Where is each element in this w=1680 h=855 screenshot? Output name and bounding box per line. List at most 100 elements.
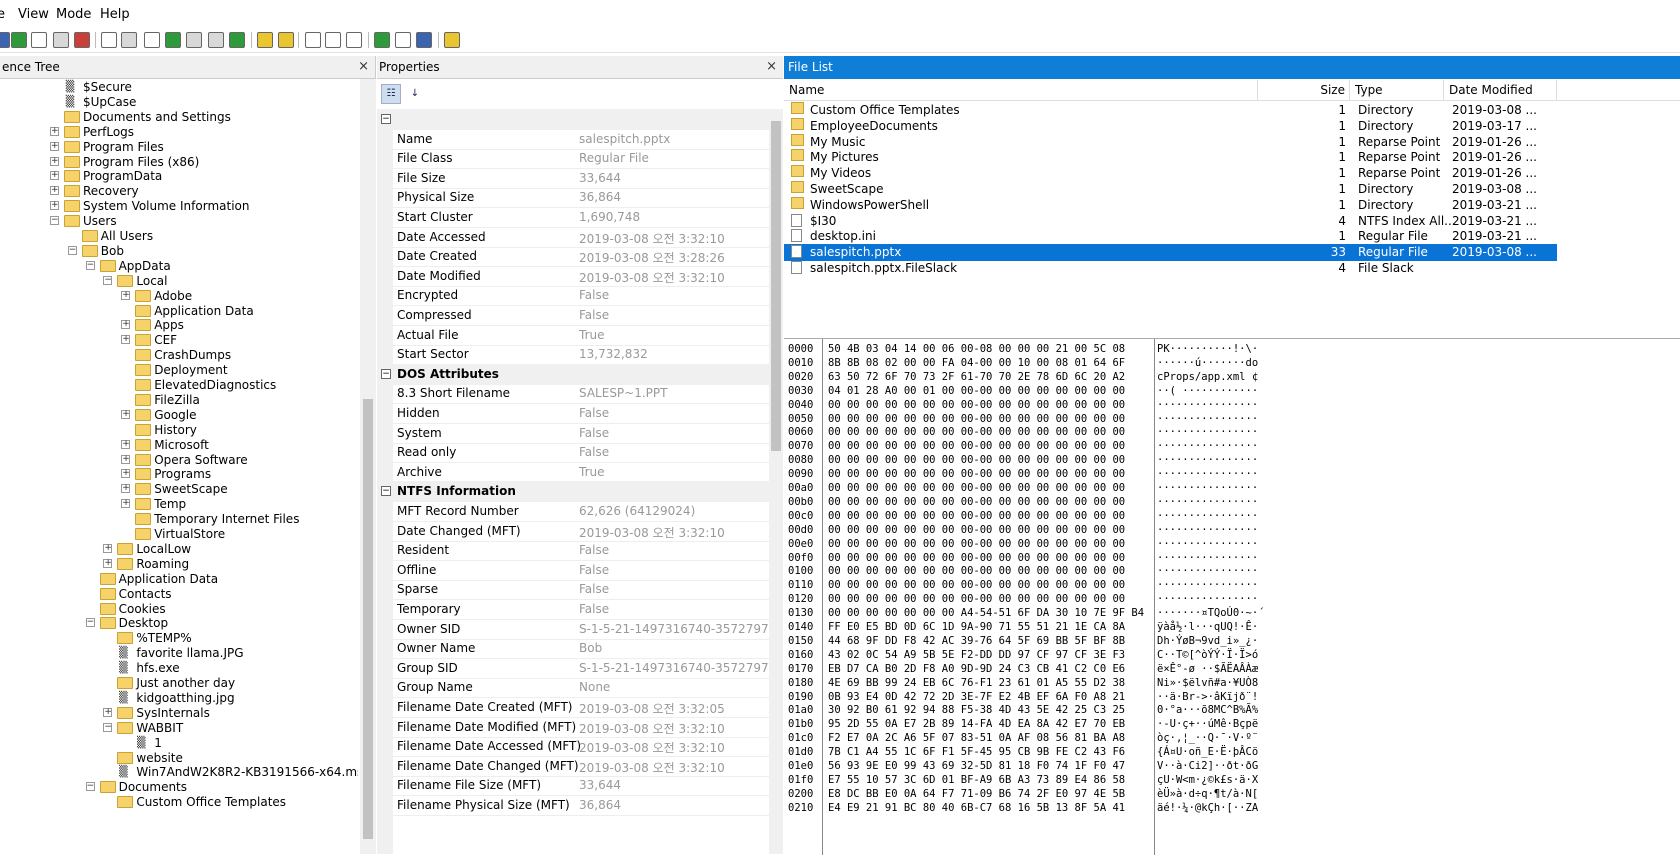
property-row[interactable]: Read only False <box>377 442 769 464</box>
hex-row[interactable]: 0110 00 00 00 00 00 00 00 00-00 00 00 00 … <box>784 578 1680 593</box>
property-row[interactable]: Compressed False <box>377 305 769 326</box>
property-row[interactable]: Filename Date Modified (MFT) 2019-03-08 오… <box>377 717 769 738</box>
property-row[interactable]: Filename Date Accessed (MFT) 2019-03-08 오… <box>377 736 769 758</box>
save-icon[interactable] <box>121 32 137 48</box>
column-type[interactable]: Type <box>1350 80 1444 101</box>
hex-row[interactable]: 0070 00 00 00 00 00 00 00 00-00 00 00 00 … <box>784 439 1680 454</box>
export-files-icon[interactable] <box>101 32 117 48</box>
remove-evidence-icon[interactable] <box>74 32 90 48</box>
property-row[interactable]: MFT Record Number 62,626 (64129024) <box>377 501 769 522</box>
column-date-modified[interactable]: Date Modified <box>1444 80 1557 101</box>
tree-node[interactable]: All Users <box>0 228 358 244</box>
expand-icon[interactable]: + <box>50 156 59 166</box>
file-list-row[interactable]: WindowsPowerShell 1 Directory 2019-03-21 ..… <box>784 196 1557 214</box>
file-list-row[interactable]: EmployeeDocuments 1 Directory 2019-03-17 ..… <box>784 117 1557 135</box>
hex-row[interactable]: 01a0 30 92 B0 61 92 94 88 F5-38 4D 43 5E … <box>784 703 1680 718</box>
file-list-row[interactable]: salespitch.pptx.FileSlack 4 File Slack <box>784 260 1557 277</box>
tree-node[interactable]: + Google <box>0 407 358 423</box>
expand-icon[interactable]: + <box>50 186 59 196</box>
tree-node[interactable]: ▒ favorite llama.JPG <box>0 645 358 661</box>
property-row[interactable]: Filename Date Changed (MFT) 2019-03-08 오전… <box>377 756 769 777</box>
hex-row[interactable]: 00b0 00 00 00 00 00 00 00 00-00 00 00 00 … <box>784 495 1680 510</box>
hex-row[interactable]: 0010 8B 8B 08 02 00 00 FA 04-00 00 10 00 … <box>784 356 1680 371</box>
tree-node[interactable]: ▒ Win7AndW2K8R2-KB3191566-x64.msu <box>0 764 358 780</box>
menu-view[interactable]: View <box>18 7 49 22</box>
verify-drive-icon[interactable] <box>257 32 273 48</box>
expand-icon[interactable]: + <box>50 201 59 211</box>
close-icon[interactable]: × <box>766 56 777 78</box>
hex-view-icon[interactable] <box>416 32 432 48</box>
tree-node[interactable]: website <box>0 750 358 766</box>
hex-row[interactable]: 0180 4E 69 BB 99 24 EB 6C 76-F1 23 61 01 … <box>784 676 1680 691</box>
capture-memory-icon[interactable] <box>165 32 181 48</box>
hex-row[interactable]: 01e0 56 93 9E E0 99 43 69 32-5D 81 18 F0 … <box>784 759 1680 774</box>
tree-node[interactable]: ▒ $Secure <box>0 79 358 95</box>
file-list-row[interactable]: salespitch.pptx 33 Regular File 2019-03-08 … <box>784 244 1557 262</box>
tree-node[interactable]: + SysInternals <box>0 705 358 721</box>
tree-node[interactable]: − WABBIT <box>0 720 358 736</box>
tree-node[interactable]: + Adobe <box>0 288 358 304</box>
expand-icon[interactable]: + <box>121 454 131 464</box>
property-row[interactable]: Physical Size 36,864 <box>377 187 769 209</box>
tree-node[interactable]: History <box>0 422 358 438</box>
expand-icon[interactable]: + <box>121 290 131 300</box>
hex-row[interactable]: 01d0 7B C1 A4 55 1C 6F F1 5F-45 95 CB 9B … <box>784 745 1680 760</box>
new-document-icon[interactable] <box>305 32 321 48</box>
hex-row[interactable]: 0130 00 00 00 00 00 00 00 A4-54-51 6F DA … <box>784 606 1680 621</box>
tree-node[interactable]: Temporary Internet Files <box>0 511 358 527</box>
tree-node[interactable]: + Microsoft <box>0 437 358 453</box>
tree-node[interactable]: − AppData <box>0 258 358 274</box>
detect-encryption-icon[interactable] <box>208 32 224 48</box>
tree-node[interactable]: − Bob <box>0 243 358 259</box>
menu-help[interactable]: Help <box>100 7 130 22</box>
hex-row[interactable]: 0190 0B 93 E4 0D 42 72 2D 3E-7F E2 4B EF … <box>784 690 1680 705</box>
collapse-icon[interactable]: − <box>381 486 391 497</box>
expand-icon[interactable]: + <box>121 469 131 479</box>
tree-node[interactable]: + Recovery <box>0 183 358 199</box>
property-row[interactable]: Owner SID S-1-5-21-1497316740-357279761 <box>377 619 769 640</box>
file-list-row[interactable]: SweetScape 1 Directory 2019-03-08 ... <box>784 181 1557 198</box>
tree-node[interactable]: Contacts <box>0 586 358 602</box>
hex-row[interactable]: 0090 00 00 00 00 00 00 00 00-00 00 00 00 … <box>784 467 1680 482</box>
text-view-icon[interactable] <box>395 32 411 48</box>
property-row[interactable]: Encrypted False <box>377 285 769 307</box>
collapse-icon[interactable]: − <box>50 216 59 226</box>
property-row[interactable]: Owner Name Bob <box>377 638 769 660</box>
property-row[interactable]: Filename File Size (MFT) 33,644 <box>377 775 769 797</box>
collapse-icon[interactable]: − <box>381 368 391 379</box>
collapse-icon[interactable]: − <box>85 782 95 792</box>
tree-node[interactable]: − Users <box>0 213 358 229</box>
open-disk-icon[interactable] <box>0 32 10 48</box>
tree-node[interactable]: %TEMP% <box>0 630 358 646</box>
tree-node[interactable]: Application Data <box>0 571 358 587</box>
property-row[interactable]: File Class Regular File <box>377 148 769 170</box>
property-row[interactable]: System False <box>377 423 769 444</box>
hex-row[interactable]: 01f0 E7 55 10 57 3C 6D 01 BF-A9 6B A3 73 … <box>784 773 1680 788</box>
expand-icon[interactable]: + <box>121 484 131 494</box>
scrollbar-thumb[interactable] <box>363 399 373 839</box>
hex-row[interactable]: 0030 04 01 28 A0 00 01 00 00-00 00 00 00 … <box>784 384 1680 399</box>
property-row[interactable]: Actual File True <box>377 325 769 346</box>
hex-row[interactable]: 00a0 00 00 00 00 00 00 00 00-00 00 00 00 … <box>784 481 1680 496</box>
tree-node[interactable]: + System Volume Information <box>0 198 358 214</box>
property-row[interactable]: Temporary False <box>377 599 769 620</box>
tree-node[interactable]: − Local <box>0 273 358 289</box>
column-size[interactable]: Size <box>1258 80 1350 101</box>
tree-node[interactable]: Documents and Settings <box>0 109 358 125</box>
file-list-row[interactable]: My Music 1 Reparse Point 2019-01-26 ... <box>784 133 1557 151</box>
hex-row[interactable]: 00f0 00 00 00 00 00 00 00 00-00 00 00 00 … <box>784 551 1680 566</box>
tree-node[interactable]: CrashDumps <box>0 347 358 363</box>
decrypt-icon[interactable] <box>278 32 294 48</box>
hex-row[interactable]: 0200 E8 DC BB E0 0A 64 F7 71-09 B6 74 2F … <box>784 787 1680 802</box>
tree-node[interactable]: VirtualStore <box>0 526 358 542</box>
property-row[interactable]: Sparse False <box>377 579 769 601</box>
tree-node[interactable]: Just another day <box>0 675 358 691</box>
expand-icon[interactable]: + <box>50 171 59 181</box>
hex-row[interactable]: 0000 50 4B 03 04 14 00 06 00-08 00 00 00 … <box>784 342 1680 357</box>
hex-row[interactable]: 0140 FF E0 E5 BD 0D 6C 1D 9A-90 71 55 51 … <box>784 620 1680 635</box>
property-category[interactable]: − DOS Attributes <box>377 363 769 385</box>
close-image-icon[interactable] <box>53 32 69 48</box>
file-list-row[interactable]: Custom Office Templates 1 Directory 2019-03… <box>784 102 1557 119</box>
property-row[interactable]: File Size 33,644 <box>377 168 769 189</box>
create-image-icon[interactable] <box>144 32 160 48</box>
